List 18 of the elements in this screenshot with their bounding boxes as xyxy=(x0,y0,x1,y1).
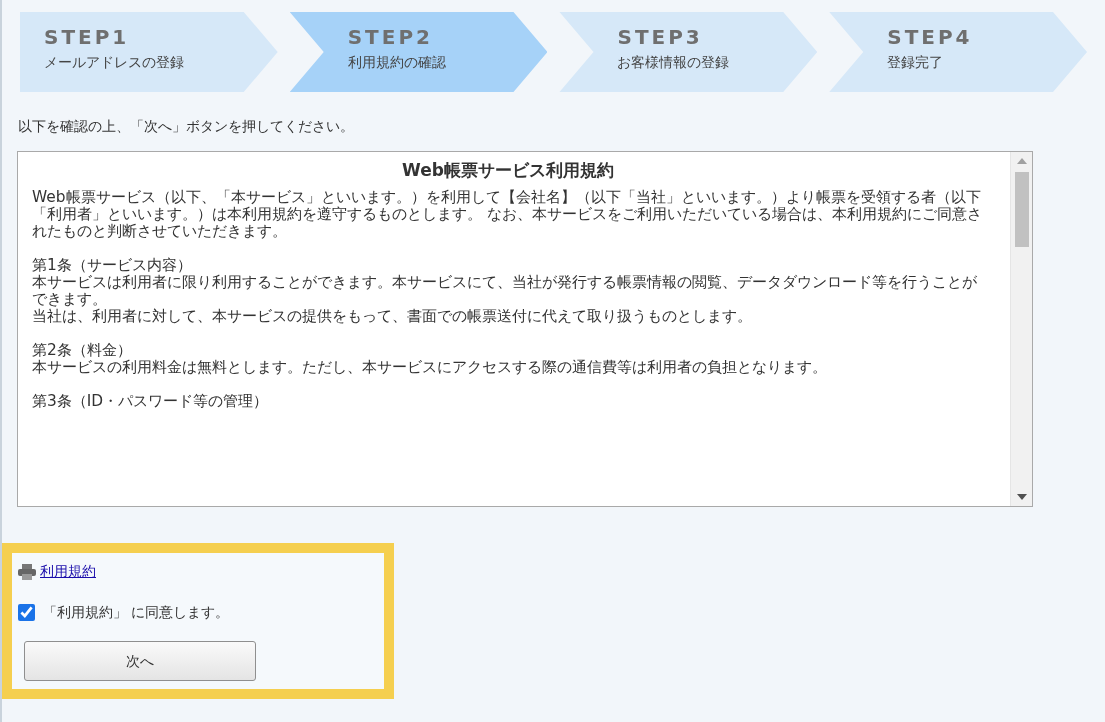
terms-link[interactable]: 利用規約 xyxy=(40,561,96,582)
terms-paragraph: 当社は、利用者に対して、本サービスの提供をもって、書面での帳票送付に代えて取り扱うものとします。 xyxy=(32,308,753,325)
agree-label[interactable]: 「利用規約」 に同意します。 xyxy=(43,602,230,623)
terms-title: Web帳票サービス利用規約 xyxy=(401,162,615,179)
article-heading: 第3条（ID・パスワード等の管理） xyxy=(32,393,270,410)
scroll-down-icon[interactable] xyxy=(1016,494,1027,500)
printer-icon xyxy=(18,563,36,580)
article-heading: 第2条（料金） xyxy=(32,342,133,359)
next-button[interactable]: 次へ xyxy=(24,641,256,681)
terms-paragraph: Web帳票サービス（以下、「本サービス」といいます。）を利用して【会社名】（以下「当社」といいます。）より帳票を受領する者（以下「利用者」といいます。）は本利用規約を遵守するものとします。 なお、本サービスをご利用いただいている場合は、本利用規約にご同意されたものと判断させていただきます。 xyxy=(32,189,983,240)
scroll-thumb[interactable] xyxy=(1014,172,1029,247)
agree-checkbox[interactable] xyxy=(18,604,35,621)
terms-paragraph: 本サービスの利用料金は無料とします。ただし、本サービスにアクセスする際の通信費等は利用者の負担となります。 xyxy=(32,359,828,376)
article-heading: 第1条（サービス内容） xyxy=(32,257,193,274)
scroll-up-icon[interactable] xyxy=(1016,158,1027,164)
scrollbar[interactable] xyxy=(1010,152,1032,506)
instruction-text: 以下を確認の上、「次へ」ボタンを押してください。 xyxy=(18,117,354,136)
terms-paragraph: 本サービスは利用者に限り利用することができます。本サービスにて、当社が発行する帳票情報の閲覧、データダウンロード等を行うことができます。 xyxy=(32,274,978,308)
